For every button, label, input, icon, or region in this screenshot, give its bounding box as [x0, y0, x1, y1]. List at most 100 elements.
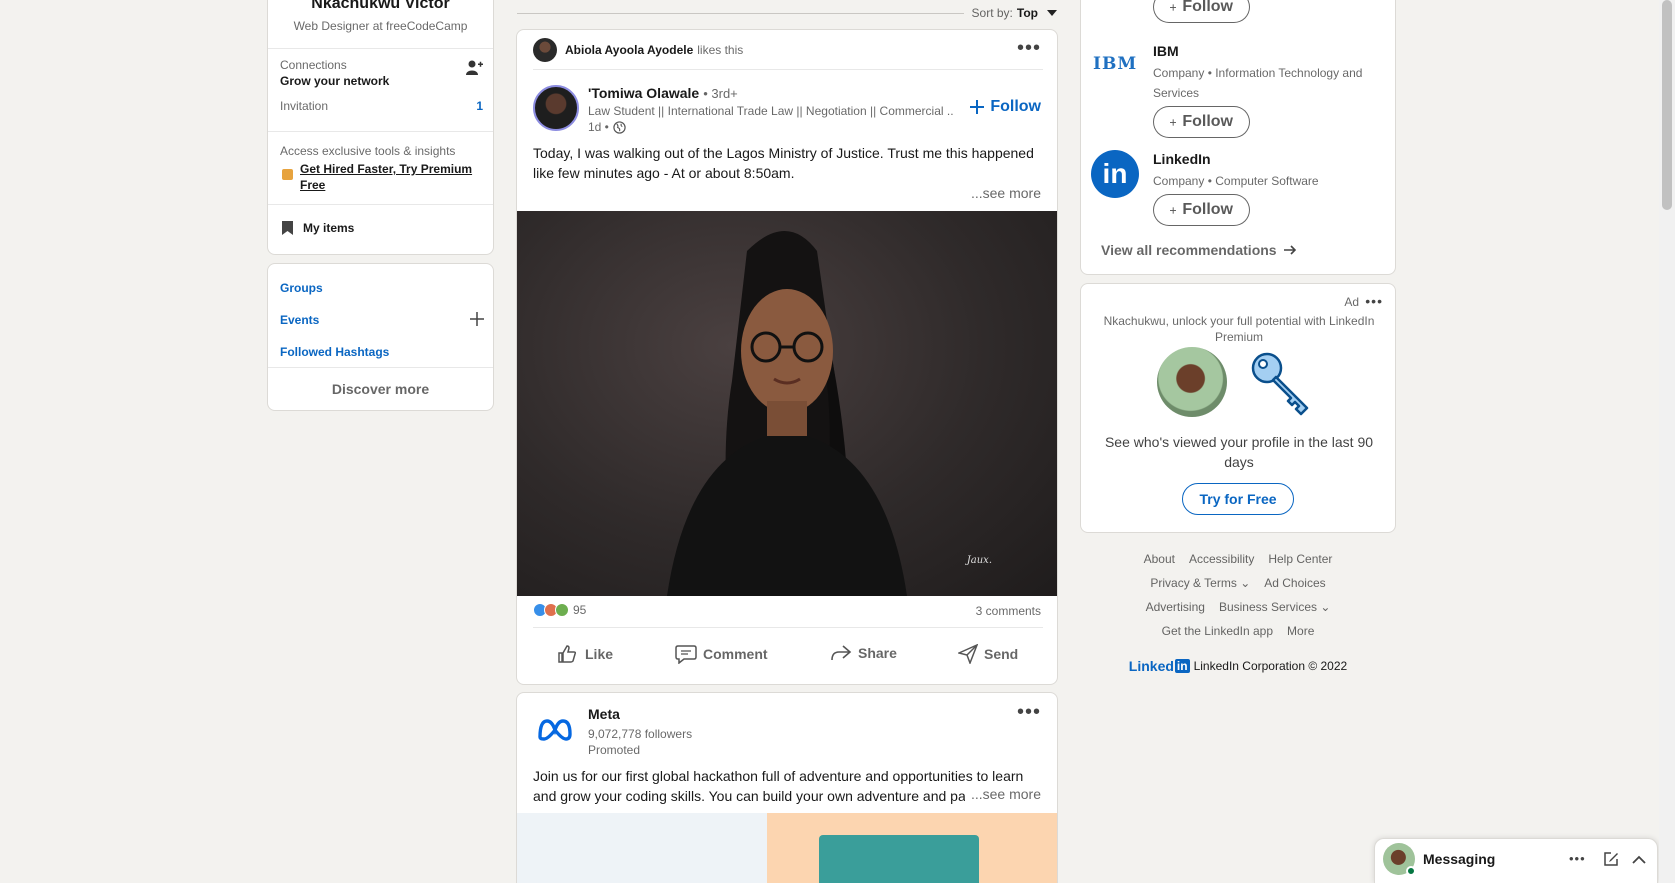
comment-button[interactable]: Comment: [675, 644, 768, 664]
premium-ad-card: Ad ••• Nkachukwu, unlock your full poten…: [1080, 283, 1396, 533]
rec-desc-linkedin: Company • Computer Software: [1153, 174, 1319, 188]
comment-label: Comment: [703, 646, 768, 662]
chevron-down-icon: ⌄: [1240, 576, 1251, 590]
groups-link[interactable]: Groups: [280, 281, 323, 295]
rec-name-ibm[interactable]: IBM: [1153, 43, 1179, 59]
view-all-recommendations-link[interactable]: View all recommendations: [1101, 242, 1297, 258]
follow-ibm-button[interactable]: Follow: [1153, 106, 1250, 138]
copyright-text: LinkedIn Corporation © 2022: [1193, 659, 1348, 673]
follow-linkedin-button[interactable]: Follow: [1153, 194, 1250, 226]
footer-advertising[interactable]: Advertising: [1146, 600, 1205, 624]
chevron-up-icon[interactable]: [1631, 855, 1647, 865]
send-icon: [958, 644, 978, 664]
footer-about[interactable]: About: [1144, 552, 1175, 576]
divider: [268, 48, 493, 49]
messaging-options-icon[interactable]: •••: [1569, 852, 1586, 865]
ad-user-avatar[interactable]: [1157, 347, 1227, 417]
footer-ad-choices[interactable]: Ad Choices: [1264, 576, 1325, 600]
invitation-row[interactable]: Invitation 1: [280, 99, 483, 117]
send-label: Send: [984, 646, 1019, 662]
compose-icon[interactable]: [1603, 851, 1619, 867]
footer-business-services[interactable]: Business Services ⌄: [1219, 600, 1330, 624]
follow-button[interactable]: Follow: [1153, 0, 1250, 23]
hashtags-link[interactable]: Followed Hashtags: [280, 345, 389, 359]
invitation-label: Invitation: [280, 99, 329, 113]
likes-this-text: likes this: [697, 43, 744, 57]
globe-icon: [613, 120, 626, 134]
footer-get-app[interactable]: Get the LinkedIn app: [1162, 624, 1273, 658]
follow-button[interactable]: Follow: [970, 98, 1041, 116]
reactions-row[interactable]: 95: [533, 603, 586, 617]
try-for-free-button[interactable]: Try for Free: [1182, 483, 1294, 515]
more-options-icon[interactable]: •••: [1017, 38, 1041, 58]
profile-headline: Web Designer at freeCodeCamp: [293, 19, 468, 33]
caret-down-icon: [1047, 10, 1057, 16]
promoted-image[interactable]: [517, 813, 1057, 883]
sort-divider: [517, 13, 964, 14]
connections-row[interactable]: Connections Grow your network: [280, 58, 483, 90]
invitation-count: 1: [476, 99, 483, 113]
like-button[interactable]: Like: [557, 644, 613, 664]
sort-dropdown[interactable]: Sort by: Top: [972, 6, 1058, 20]
connections-label: Connections: [280, 58, 347, 72]
see-more-link[interactable]: ...see more: [971, 185, 1041, 201]
post-text: Today, I was walking out of the Lagos Mi…: [533, 145, 1034, 181]
author-name[interactable]: 'Tomiwa Olawale: [588, 85, 699, 101]
add-event-icon[interactable]: [470, 312, 484, 326]
post-image[interactable]: Jaux.: [517, 211, 1057, 596]
ad-teaser: Nkachukwu, unlock your full potential wi…: [1103, 314, 1375, 344]
linkedin-wordmark[interactable]: Linked in: [1129, 658, 1190, 674]
company-name[interactable]: Meta: [588, 706, 620, 722]
author-headline: Law Student || International Trade Law |…: [588, 104, 953, 118]
divider: [268, 367, 493, 368]
author-name-row[interactable]: 'Tomiwa Olawale • 3rd+: [588, 85, 738, 101]
comments-count[interactable]: 3 comments: [976, 604, 1041, 618]
comment-icon: [675, 645, 697, 664]
wordmark-text: Linked: [1128, 658, 1174, 674]
scrollbar-thumb[interactable]: [1662, 0, 1672, 210]
premium-link[interactable]: Get Hired Faster, Try Premium Free: [300, 161, 480, 193]
footer-more[interactable]: More: [1287, 624, 1314, 658]
plus-icon: [970, 100, 985, 114]
footer-row-3: Advertising Business Services ⌄: [1080, 600, 1396, 624]
ibm-logo-icon[interactable]: IBM: [1093, 54, 1136, 74]
try-for-free-label: Try for Free: [1199, 491, 1277, 507]
connections-sub: Grow your network: [280, 74, 390, 88]
events-link[interactable]: Events: [280, 313, 319, 327]
premium-icon: [282, 169, 293, 180]
discover-more-button[interactable]: Discover more: [268, 381, 493, 397]
plus-icon: [1170, 118, 1177, 126]
promoted-post-card: Meta 9,072,778 followers Promoted ••• Jo…: [516, 692, 1058, 883]
messaging-bar[interactable]: Messaging •••: [1374, 838, 1658, 883]
company-followers: 9,072,778 followers: [588, 727, 693, 741]
my-items-row[interactable]: My items: [282, 218, 354, 238]
meta-logo-icon[interactable]: [536, 717, 574, 743]
chevron-down-icon: ⌄: [1320, 600, 1331, 614]
linkedin-logo-icon[interactable]: in: [1091, 150, 1139, 198]
connection-degree: • 3rd+: [703, 85, 738, 101]
liker-avatar[interactable]: [533, 38, 557, 62]
divider: [268, 131, 493, 132]
send-button[interactable]: Send: [958, 644, 1018, 664]
add-connection-icon: [466, 60, 483, 75]
post-card: Abiola Ayoola Ayodele likes this ••• 'To…: [516, 29, 1058, 685]
plus-icon: [1170, 206, 1177, 214]
page-scrollbar[interactable]: [1659, 0, 1675, 883]
footer-help-center[interactable]: Help Center: [1268, 552, 1332, 576]
liker-name[interactable]: Abiola Ayoola Ayodele: [565, 43, 693, 57]
footer-privacy-terms[interactable]: Privacy & Terms ⌄: [1150, 576, 1250, 600]
ad-tag: Ad: [1344, 295, 1359, 309]
follow-label: Follow: [1182, 0, 1233, 15]
ad-options-icon[interactable]: •••: [1365, 294, 1383, 308]
share-button[interactable]: Share: [830, 644, 897, 662]
author-avatar[interactable]: [533, 85, 579, 131]
footer-accessibility[interactable]: Accessibility: [1189, 552, 1254, 576]
promoted-body: Join us for our first global hackathon f…: [533, 768, 1024, 804]
profile-name[interactable]: Nkachukwu Victor: [268, 0, 493, 13]
more-options-icon[interactable]: •••: [1017, 702, 1041, 722]
promoted-label: Promoted: [588, 743, 641, 757]
online-status-dot: [1406, 866, 1416, 876]
see-more-link[interactable]: ...see more: [964, 786, 1041, 802]
rec-name-linkedin[interactable]: LinkedIn: [1153, 151, 1211, 167]
divider: [533, 627, 1043, 628]
